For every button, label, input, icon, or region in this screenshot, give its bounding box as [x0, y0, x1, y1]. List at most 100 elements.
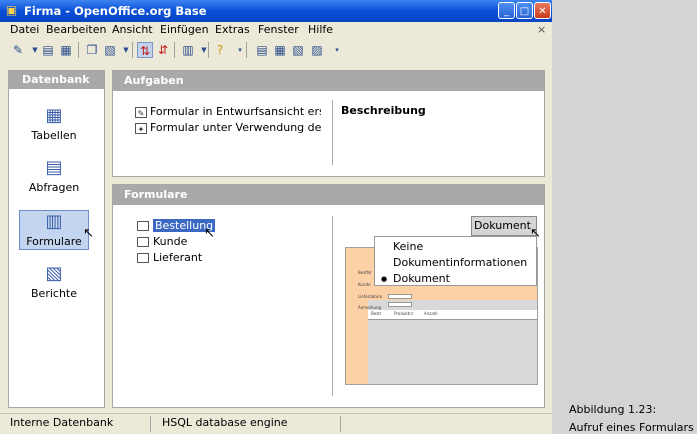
sort-descending-icon[interactable]: ⇵	[155, 42, 171, 58]
save-icon[interactable]: ▦	[58, 42, 74, 58]
nav-item-abfragen[interactable]: ▤ Abfragen	[19, 157, 89, 197]
table-icon: ▦	[45, 105, 63, 126]
menu-hilfe[interactable]: Hilfe	[308, 23, 333, 36]
menu-item-dokumentinformationen[interactable]: Dokumentinformationen	[393, 256, 527, 269]
menu-bearbeiten[interactable]: Bearbeiten	[46, 23, 106, 36]
menu-fenster[interactable]: Fenster	[258, 23, 299, 36]
preview-column: Bestr	[371, 311, 382, 316]
window-title: Firma - OpenOffice.org Base	[24, 4, 207, 18]
menu-item-keine[interactable]: Keine	[393, 240, 423, 253]
delete-form-icon[interactable]: ▧	[290, 42, 306, 58]
preview-field	[388, 294, 412, 299]
menu-bar: Datei Bearbeiten Ansicht Einfügen Extras…	[0, 22, 552, 38]
preview-field	[388, 302, 412, 307]
preview-column: Anzahl	[424, 311, 438, 316]
report-icon: ▧	[45, 263, 63, 284]
tasks-title: Aufgaben	[124, 74, 184, 87]
form-item-lieferant[interactable]: Lieferant	[137, 251, 202, 264]
menu-item-dokument[interactable]: Dokument	[393, 272, 450, 285]
query-icon: ▤	[45, 157, 63, 178]
title-bar[interactable]: ▣ Firma - OpenOffice.org Base _ □ ✕	[0, 0, 552, 22]
minimize-button[interactable]: _	[498, 2, 515, 19]
nav-item-label: Formulare	[26, 235, 82, 248]
status-database-type: Interne Datenbank	[10, 416, 114, 429]
sort-ascending-icon[interactable]: ⇅	[137, 42, 153, 58]
tasks-divider	[332, 100, 333, 165]
forms-title: Formulare	[124, 188, 188, 201]
form-item-label: Kunde	[153, 235, 188, 248]
form-document-icon	[137, 253, 149, 263]
toolbar-separator	[208, 42, 209, 58]
figure-caption-number: Abbildung 1.23:	[569, 403, 657, 416]
rename-form-icon[interactable]: ▨	[309, 42, 325, 58]
preview-label: BestNr	[358, 270, 372, 275]
status-divider	[340, 416, 341, 432]
close-document-icon[interactable]: ×	[537, 23, 546, 36]
forms-header: Formulare	[113, 185, 544, 205]
form-document-icon	[137, 237, 149, 247]
menu-ansicht[interactable]: Ansicht	[112, 23, 153, 36]
preview-label: Kunde	[358, 282, 371, 287]
mouse-pointer-icon: ↖	[204, 226, 215, 241]
mouse-pointer-icon: ↖	[83, 226, 94, 241]
form-view-icon[interactable]: ▥	[180, 42, 196, 58]
toolbar: ✎ ▼ ▤ ▦ ❐ ▧ ▼ ⇅ ⇵ ▥ ▼ ? ▾ ▤ ▦ ▧ ▨ ▾	[0, 38, 552, 62]
base-app-icon: ▣	[5, 3, 18, 17]
form-item-kunde[interactable]: Kunde	[137, 235, 187, 248]
form-dropdown-arrow-icon[interactable]: ▼	[196, 42, 212, 58]
task-label: Formular unter Verwendung des Assistente…	[150, 121, 321, 134]
menu-datei[interactable]: Datei	[10, 23, 39, 36]
preview-subform-grid: Bestr Produktnr Anzahl	[368, 310, 537, 320]
app-window: ▣ Firma - OpenOffice.org Base _ □ ✕ Date…	[0, 0, 552, 434]
preview-column: Produktnr	[394, 311, 414, 316]
preview-label: Lieferdatum	[358, 294, 383, 299]
preview-mode-menu: Keine Dokumentinformationen ● Dokument	[374, 236, 537, 286]
nav-item-label: Abfragen	[28, 181, 80, 194]
toolbar-separator	[78, 42, 79, 58]
status-engine: HSQL database engine	[162, 416, 288, 429]
forms-divider	[332, 216, 333, 396]
nav-item-label: Berichte	[31, 287, 77, 300]
paste-icon[interactable]: ▧	[102, 42, 118, 58]
new-document-icon[interactable]: ✎	[10, 42, 26, 58]
menu-extras[interactable]: Extras	[215, 23, 250, 36]
menu-einfuegen[interactable]: Einfügen	[160, 23, 209, 36]
task-label: Formular in Entwurfsansicht erstellen...	[150, 105, 321, 118]
database-pane-title: Datenbank	[22, 73, 90, 86]
forms-section: Formulare Bestellung Kunde Lieferant Dok…	[112, 184, 545, 408]
copy-icon[interactable]: ❐	[84, 42, 100, 58]
maximize-button[interactable]: □	[516, 2, 533, 19]
open-folder-icon[interactable]: ▤	[40, 42, 56, 58]
toolbar-separator	[174, 42, 175, 58]
open-form-icon[interactable]: ▤	[254, 42, 270, 58]
preview-side-area	[346, 248, 368, 384]
preview-mode-label: Dokument	[474, 219, 531, 232]
design-view-icon: ✎	[135, 106, 147, 118]
tasks-header: Aufgaben	[113, 71, 544, 91]
checked-bullet-icon: ●	[381, 275, 388, 283]
mouse-pointer-icon: ↖	[530, 226, 541, 241]
tasks-section: Aufgaben ✎ Formular in Entwurfsansicht er…	[112, 70, 545, 177]
page-background	[552, 0, 697, 434]
nav-item-label: Tabellen	[31, 129, 77, 142]
task-create-wizard[interactable]: ✦Formular unter Verwendung des Assistent…	[135, 121, 321, 134]
database-pane-header: Datenbank	[9, 71, 104, 89]
task-create-design-view[interactable]: ✎Formular in Entwurfsansicht erstellen..…	[135, 105, 321, 118]
form-icon: ▥	[45, 211, 63, 232]
description-title: Beschreibung	[341, 104, 426, 117]
form-item-label: Lieferant	[153, 251, 203, 264]
nav-item-berichte[interactable]: ▧ Berichte	[19, 263, 89, 303]
toolbar-overflow-icon[interactable]: ▾	[329, 42, 345, 58]
close-button[interactable]: ✕	[534, 2, 551, 19]
figure-caption-text: Aufruf eines Formulars	[569, 421, 694, 434]
nav-item-tabellen[interactable]: ▦ Tabellen	[19, 105, 89, 145]
nav-item-formulare[interactable]: ▥ Formulare	[19, 210, 89, 250]
status-divider	[150, 416, 151, 432]
status-bar: Interne Datenbank HSQL database engine	[0, 413, 552, 434]
form-document-icon	[137, 221, 149, 231]
wizard-icon: ✦	[135, 122, 147, 134]
help-icon[interactable]: ?	[212, 42, 228, 58]
preview-mode-button[interactable]: Dokument	[471, 216, 537, 236]
toolbar-separator	[246, 42, 247, 58]
edit-form-icon[interactable]: ▦	[272, 42, 288, 58]
